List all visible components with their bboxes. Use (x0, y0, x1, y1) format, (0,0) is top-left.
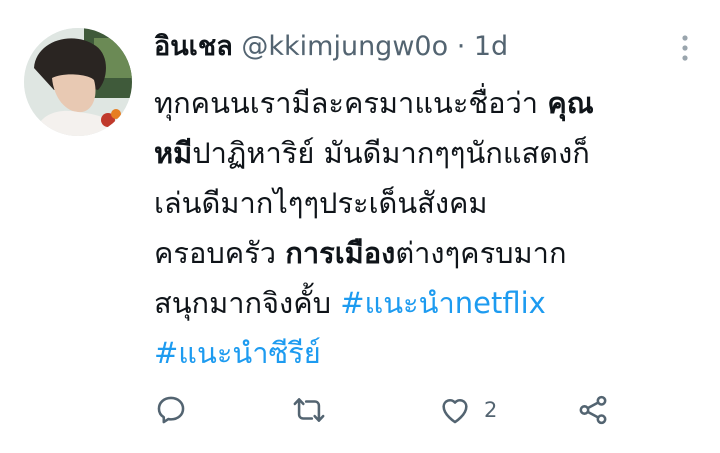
bold-text: หมี (154, 136, 193, 170)
tweet[interactable]: อินเชล @kkimjungw0o · 1d ทุกคนนเรามีละคร… (0, 0, 720, 453)
more-options-icon[interactable] (680, 34, 690, 64)
like-count: 2 (484, 398, 498, 422)
share-icon (579, 395, 607, 425)
tweet-actions: 2 (154, 385, 634, 435)
reply-button[interactable] (154, 385, 188, 435)
bold-text: คุณ (547, 86, 594, 120)
hashtag-link[interactable]: #แนะนำซีรีย์ (154, 336, 321, 370)
text-segment: ปาฏิหาริย์ มันดีมากๆๆนักแสดงก็ (192, 136, 590, 170)
text-segment: เล่นดีมากไๆๆประเด็นสังคม (154, 186, 488, 220)
text-segment: ต่างๆครบมาก (395, 236, 567, 270)
tweet-line: เล่นดีมากไๆๆประเด็นสังคม (154, 178, 694, 228)
like-button[interactable]: 2 (438, 385, 497, 435)
timestamp[interactable]: 1d (474, 31, 508, 62)
text-segment: ครอบครัว (154, 236, 286, 270)
hashtag-link[interactable]: #แนะนำnetflix (340, 286, 546, 320)
bold-text: การเมือง (285, 236, 396, 270)
retweet-button[interactable] (292, 385, 326, 435)
tweet-line: ทุกคนนเรามีละครมาแนะชื่อว่า คุณ (154, 78, 694, 128)
tweet-header: อินเชล @kkimjungw0o · 1d (154, 28, 508, 66)
tweet-line: สนุกมากจิงคั้บ #แนะนำnetflix (154, 278, 694, 328)
tweet-line: หมีปาฏิหาริย์ มันดีมากๆๆนักแสดงก็ (154, 128, 694, 178)
tweet-text: ทุกคนนเรามีละครมาแนะชื่อว่า คุณ หมีปาฏิห… (154, 78, 694, 378)
author-handle[interactable]: @kkimjungw0o (241, 31, 448, 62)
heart-icon (442, 398, 468, 424)
text-segment: สนุกมากจิงคั้บ (154, 286, 341, 320)
avatar[interactable] (24, 28, 132, 136)
tweet-line: #แนะนำซีรีย์ (154, 328, 694, 378)
separator-dot: · (456, 31, 466, 62)
tweet-line: ครอบครัว การเมืองต่างๆครบมาก (154, 228, 694, 278)
avatar-photo (24, 28, 132, 136)
author-name[interactable]: อินเชล (154, 31, 233, 62)
reply-icon (157, 396, 185, 424)
share-button[interactable] (576, 385, 610, 435)
text-segment: ทุกคนนเรามีละครมาแนะชื่อว่า (154, 86, 548, 120)
retweet-icon (293, 398, 325, 422)
